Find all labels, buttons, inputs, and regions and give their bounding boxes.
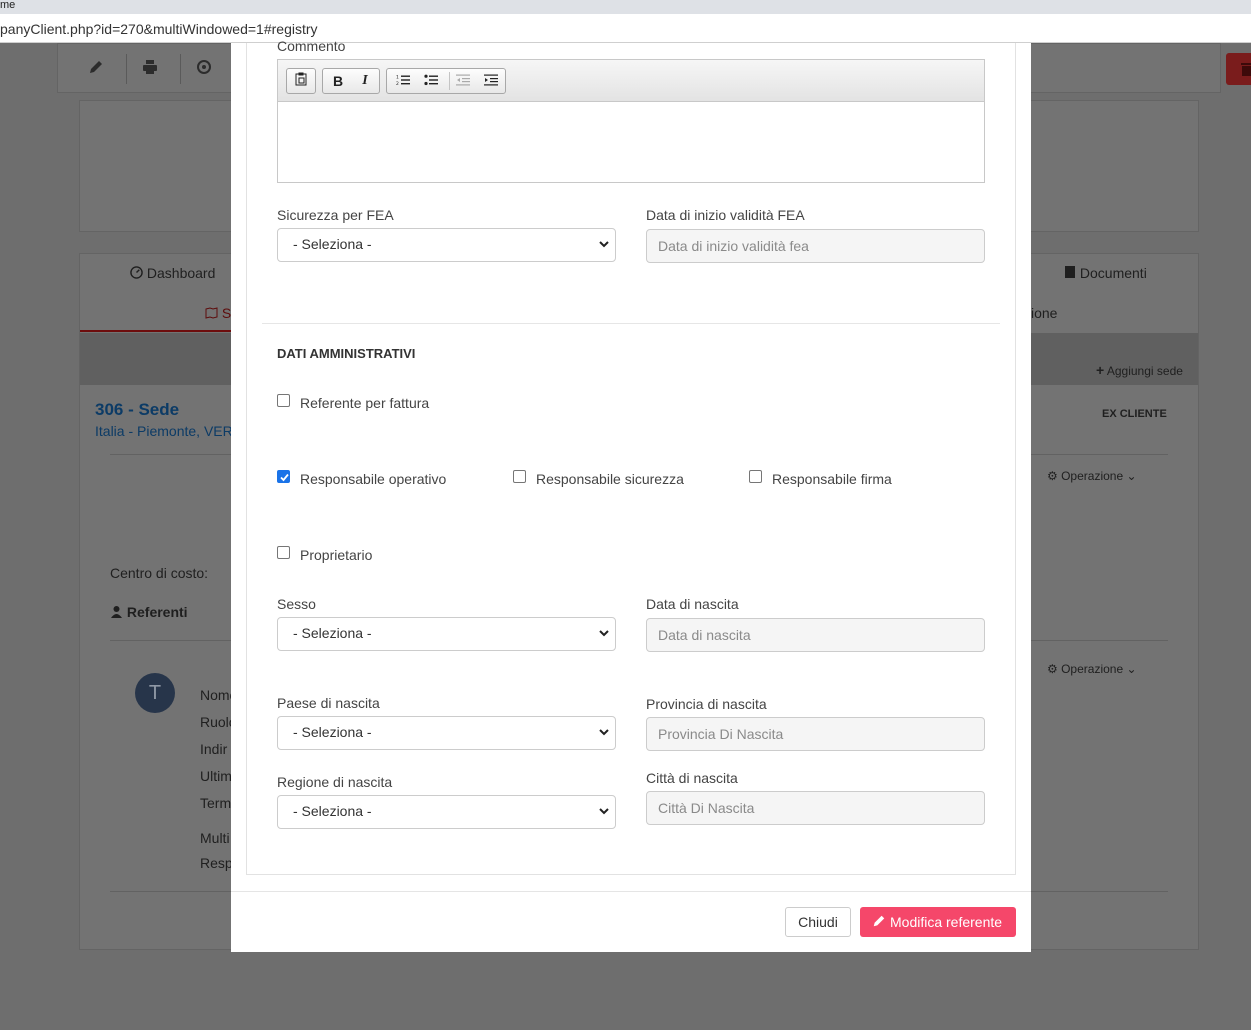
address-bar[interactable]: panyClient.php?id=270&multiWindowed=1#re…: [0, 14, 1251, 43]
trash-icon: [1226, 53, 1251, 85]
edit-referent-modal: Commento B I 12 Sicurezza per FEA - Sele…: [231, 38, 1031, 952]
bg-field: Indir: [200, 741, 228, 757]
responsabile-operativo-checkbox[interactable]: [277, 470, 290, 483]
regione-nascita-select[interactable]: - Seleziona -: [277, 795, 616, 829]
responsabile-sicurezza-label: Responsabile sicurezza: [536, 471, 684, 487]
bg-centro-costo: Centro di costo:: [110, 565, 209, 581]
indent-icon[interactable]: [480, 71, 502, 91]
sesso-select[interactable]: - Seleziona -: [277, 617, 616, 651]
data-nascita-field[interactable]: Data di nascita: [646, 618, 985, 652]
bg-tab-sedi: S: [205, 305, 231, 321]
responsabile-sicurezza-checkbox[interactable]: [513, 470, 526, 483]
paste-icon[interactable]: [290, 71, 312, 91]
data-nascita-label: Data di nascita: [646, 596, 739, 612]
editor-group-lists: 12: [386, 68, 506, 94]
sesso-label: Sesso: [277, 596, 316, 612]
svg-text:1: 1: [396, 75, 399, 81]
bg-tab-dashboard: Dashboard: [130, 265, 215, 281]
chevron-down-icon: [599, 630, 609, 637]
bg-tab-fragment: ione: [1031, 305, 1058, 321]
bg-referenti: Referenti: [110, 604, 188, 620]
bg-sede-address: Italia - Piemonte, VER: [95, 423, 233, 439]
comment-editor: B I 12: [277, 59, 985, 183]
proprietario-label: Proprietario: [300, 547, 373, 563]
avatar: T: [135, 673, 175, 713]
bg-sede-title: 306 - Sede: [95, 400, 180, 419]
responsabile-operativo-label: Responsabile operativo: [300, 471, 447, 487]
citta-nascita-label: Città di nascita: [646, 770, 738, 786]
svg-text:2: 2: [396, 81, 399, 86]
url-text: panyClient.php?id=270&multiWindowed=1#re…: [0, 21, 318, 37]
italic-icon[interactable]: I: [354, 71, 376, 91]
responsabile-firma-checkbox[interactable]: [749, 470, 762, 483]
chevron-down-icon: [599, 241, 609, 248]
editor-toolbar: B I 12: [278, 60, 984, 102]
data-inizio-fea-field[interactable]: Data di inizio validità fea: [646, 229, 985, 263]
sicurezza-fea-select[interactable]: - Seleziona -: [277, 228, 616, 262]
bg-field: Ultim: [200, 768, 232, 784]
section-divider: [262, 323, 1000, 324]
comment-text-area[interactable]: [278, 102, 984, 182]
close-button[interactable]: Chiudi: [785, 907, 851, 937]
data-inizio-fea-label: Data di inizio validità FEA: [646, 207, 805, 223]
bg-field: Multi: [200, 830, 230, 846]
bg-operazione-1: ⚙ Operazione ⌄: [1047, 469, 1137, 483]
citta-nascita-field[interactable]: Città Di Nascita: [646, 791, 985, 825]
chevron-down-icon: [599, 808, 609, 815]
editor-group-clipboard: [286, 68, 316, 94]
referente-fattura-checkbox[interactable]: [277, 394, 290, 407]
printer-icon: [140, 59, 160, 79]
bg-status-badge: EX CLIENTE: [1102, 408, 1167, 420]
bulleted-list-icon[interactable]: [420, 71, 442, 91]
toolbar-divider: [180, 54, 181, 84]
referente-fattura-label: Referente per fattura: [300, 395, 430, 411]
bg-add-sede: + Aggiungi sede: [1096, 362, 1183, 378]
provincia-nascita-field[interactable]: Provincia Di Nascita: [646, 717, 985, 751]
bold-icon[interactable]: B: [327, 71, 349, 91]
bg-field: Resp: [200, 855, 233, 871]
regione-nascita-label: Regione di nascita: [277, 774, 393, 790]
browser-titlebar: me: [0, 0, 1251, 14]
proprietario-checkbox[interactable]: [277, 546, 290, 559]
dati-amministrativi-title: DATI AMMINISTRATIVI: [277, 346, 416, 361]
bg-operazione-2: ⚙ Operazione ⌄: [1047, 662, 1137, 676]
commento-label: Commento: [277, 38, 346, 54]
paese-nascita-label: Paese di nascita: [277, 695, 380, 711]
modifica-referente-label: Modifica referente: [890, 914, 1003, 930]
pencil-icon: [86, 59, 106, 79]
paese-nascita-select[interactable]: - Seleziona -: [277, 716, 616, 750]
bg-field: Term: [200, 795, 232, 811]
target-icon: [194, 59, 214, 79]
checkmark-icon: [280, 473, 289, 482]
sicurezza-fea-label: Sicurezza per FEA: [277, 207, 394, 223]
editor-group-format: B I: [322, 68, 380, 94]
chevron-down-icon: [599, 729, 609, 736]
pencil-icon: [873, 915, 885, 927]
outdent-icon[interactable]: [452, 71, 474, 91]
toolbar-divider: [449, 72, 450, 90]
toolbar-divider: [126, 54, 127, 84]
bg-active-tab-indicator: [80, 330, 232, 332]
responsabile-firma-label: Responsabile firma: [772, 471, 892, 487]
window-title: me: [0, 0, 16, 11]
provincia-nascita-label: Provincia di nascita: [646, 696, 767, 712]
numbered-list-icon[interactable]: 12: [392, 71, 414, 91]
bg-tab-documenti: Documenti: [1064, 265, 1147, 281]
modifica-referente-button[interactable]: Modifica referente: [860, 907, 1016, 937]
modal-footer-divider: [231, 891, 1031, 892]
